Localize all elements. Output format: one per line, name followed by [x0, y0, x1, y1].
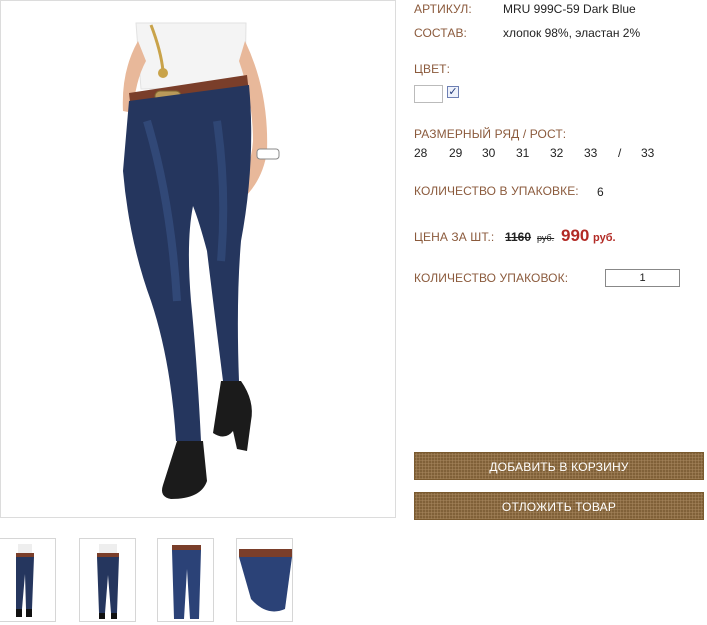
thumbnail-back[interactable] — [79, 538, 136, 622]
price-label: ЦЕНА ЗА ШТ.: — [414, 230, 495, 244]
thumbnail-detail[interactable] — [236, 538, 293, 622]
height-item: 33 — [641, 146, 655, 160]
color-label: ЦВЕТ: — [414, 62, 451, 76]
thumbnail-front[interactable] — [0, 538, 56, 622]
main-product-image[interactable] — [0, 0, 396, 518]
size-item: 29 — [449, 146, 463, 160]
add-to-cart-button[interactable]: ДОБАВИТЬ В КОРЗИНУ — [414, 452, 704, 480]
postpone-item-button[interactable]: ОТЛОЖИТЬ ТОВАР — [414, 492, 704, 520]
composition-label: СОСТАВ: — [414, 26, 467, 40]
size-item: 28 — [414, 146, 428, 160]
color-checkbox[interactable]: ✓ — [447, 86, 459, 98]
article-value: MRU 999C-59 Dark Blue — [503, 2, 636, 16]
current-price: 990 — [561, 226, 590, 245]
old-price: 1160 — [505, 230, 532, 244]
thumbnail-flat[interactable] — [157, 538, 214, 622]
size-item: 33 — [584, 146, 598, 160]
sizes-label: РАЗМЕРНЫЙ РЯД / РОСТ: — [414, 127, 567, 141]
pack-quantity-label: КОЛИЧЕСТВО В УПАКОВКЕ: — [414, 184, 579, 198]
size-item: 31 — [516, 146, 530, 160]
color-swatch[interactable] — [414, 85, 443, 103]
jeans-detail-thumb-image — [239, 549, 292, 612]
size-item: 30 — [482, 146, 496, 160]
size-separator: / — [618, 146, 622, 160]
jeans-flat-thumb-image — [172, 545, 201, 619]
jeans-front-thumb-image — [16, 544, 34, 617]
jeans-model-photo — [122, 22, 280, 499]
old-price-currency: руб. — [537, 233, 555, 243]
article-label: АРТИКУЛ: — [414, 2, 472, 16]
size-item: 32 — [550, 146, 564, 160]
packs-count-input[interactable] — [605, 269, 680, 287]
pack-quantity-value: 6 — [597, 185, 604, 199]
jeans-back-thumb-image — [97, 544, 119, 619]
packs-count-label: КОЛИЧЕСТВО УПАКОВОК: — [414, 271, 569, 285]
composition-value: хлопок 98%, эластан 2% — [503, 26, 641, 40]
current-price-currency: руб. — [593, 232, 616, 244]
